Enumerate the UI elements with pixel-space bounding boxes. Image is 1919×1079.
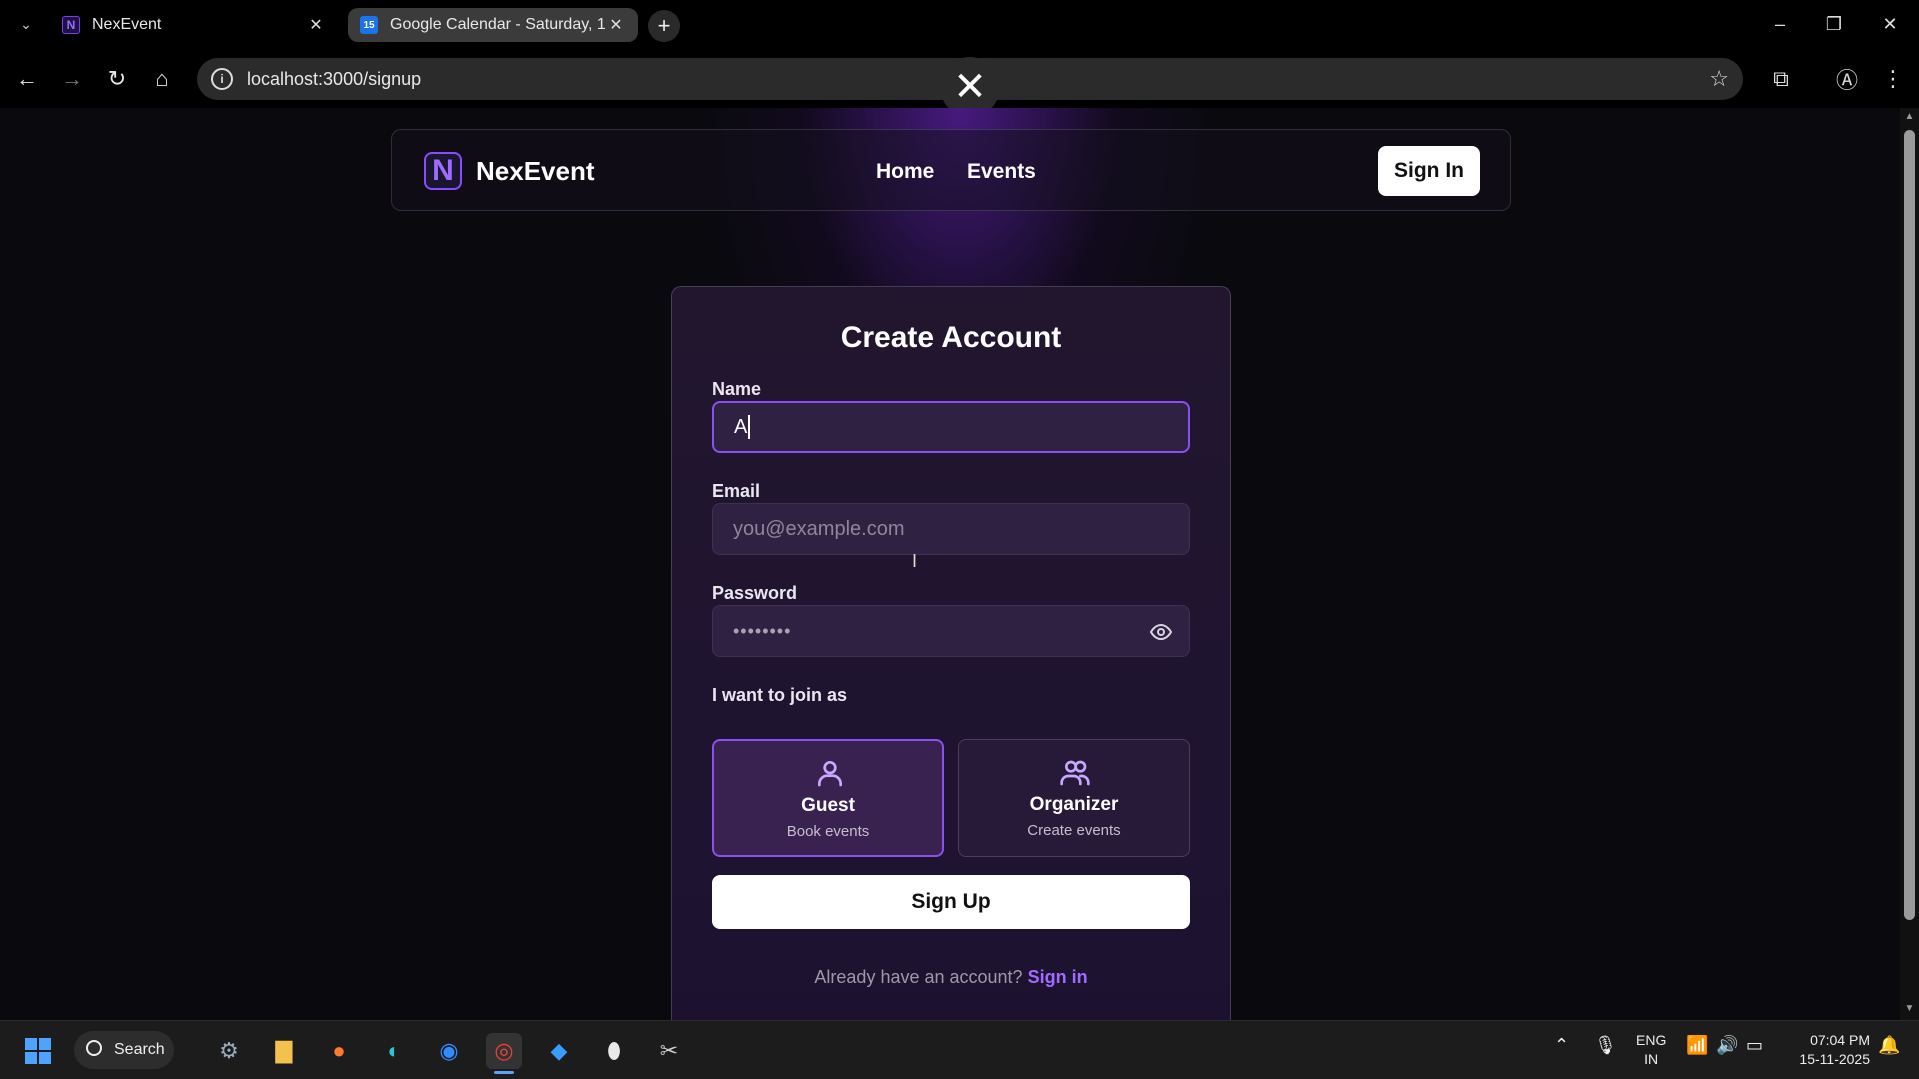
name-input-value: A <box>734 415 748 438</box>
email-placeholder: you@example.com <box>733 517 905 540</box>
sign-in-link[interactable]: Sign in <box>1028 967 1088 987</box>
home-icon[interactable]: ⌂ <box>145 62 179 96</box>
users-icon <box>1060 760 1090 786</box>
file-explorer-icon[interactable]: ▇ <box>266 1033 302 1069</box>
more-menu-icon[interactable]: ⋮ <box>1876 62 1910 96</box>
role-name: Organizer <box>1029 794 1119 815</box>
sign-in-button[interactable]: Sign In <box>1378 146 1480 196</box>
scroll-down-icon[interactable]: ▼ <box>1904 1004 1915 1014</box>
clock-time: 07:04 PM <box>1810 1032 1870 1048</box>
text-cursor-icon: I <box>912 551 918 571</box>
profile-avatar-icon[interactable]: Ⓐ <box>1830 62 1864 96</box>
forward-icon[interactable]: → <box>55 62 89 96</box>
signup-card: Create Account Name A Email you@example.… <box>671 286 1231 1020</box>
brand-name[interactable]: NexEvent <box>476 156 595 187</box>
tab-nexevent[interactable]: N NexEvent ✕ <box>50 8 338 42</box>
app-c-icon[interactable]: ◐ <box>376 1033 412 1069</box>
role-label: I want to join as <box>712 685 848 705</box>
user-icon <box>818 761 842 787</box>
role-option-organizer[interactable]: Organizer Create events <box>958 739 1190 857</box>
email-label: Email <box>712 481 761 501</box>
nexevent-favicon-icon: N <box>62 16 80 34</box>
chrome-icon[interactable]: ◎ <box>486 1033 522 1069</box>
firefox-icon[interactable]: ● <box>321 1033 357 1069</box>
notification-bell-icon[interactable]: 🔔 <box>1878 1035 1900 1056</box>
browser-tab-bar: ⌄ N NexEvent ✕ 15 Google Calendar - Satu… <box>0 0 1919 50</box>
active-app-indicator <box>494 1071 514 1074</box>
scroll-thumb[interactable] <box>1904 130 1915 920</box>
page-viewport: N NexEvent Home Events Sign In Create Ac… <box>0 108 1900 1020</box>
signin-prompt-text: Already have an account? <box>814 967 1023 987</box>
site-info-icon[interactable]: i <box>211 68 233 90</box>
site-navbar: N NexEvent Home Events Sign In <box>391 129 1511 211</box>
input-language[interactable]: ENG IN <box>1636 1031 1666 1069</box>
tab-title: NexEvent <box>92 16 162 33</box>
volume-icon[interactable]: 🔊 <box>1716 1035 1738 1056</box>
search-label: Search <box>114 1041 165 1058</box>
new-tab-button[interactable]: + <box>648 10 680 42</box>
nav-link-events[interactable]: Events <box>967 160 1036 184</box>
edge-icon[interactable]: ◉ <box>431 1033 467 1069</box>
password-input[interactable]: •••••••• <box>712 605 1190 657</box>
lang-region: IN <box>1644 1051 1659 1067</box>
wifi-icon[interactable]: 📶 <box>1686 1035 1708 1056</box>
reload-icon[interactable]: ↻ <box>100 62 134 96</box>
minimize-icon[interactable]: – <box>1760 8 1800 40</box>
system-clock[interactable]: 07:04 PM 15-11-2025 <box>1786 1031 1870 1069</box>
windows-start-icon[interactable] <box>20 1033 56 1069</box>
role-description: Book events <box>786 823 870 840</box>
calendar-favicon-icon: 15 <box>360 16 378 34</box>
clock-date: 15-11-2025 <box>1799 1051 1870 1067</box>
tab-google-calendar[interactable]: 15 Google Calendar - Saturday, 15 ✕ <box>348 8 638 42</box>
eye-icon[interactable] <box>1149 620 1173 644</box>
name-input[interactable]: A <box>712 401 1190 453</box>
snipping-tool-icon[interactable]: ✂ <box>651 1033 687 1069</box>
text-caret <box>748 415 751 439</box>
taskbar-search[interactable]: Search <box>74 1031 174 1069</box>
bookmark-star-icon[interactable]: ☆ <box>1709 66 1729 92</box>
tab-search-chevron-icon[interactable]: ⌄ <box>14 12 38 36</box>
microphone-icon[interactable]: 🎙 <box>1594 1035 1617 1056</box>
sign-up-button[interactable]: Sign Up <box>712 875 1190 929</box>
password-masked-value: •••••••• <box>733 620 792 641</box>
settings-gear-icon[interactable]: ⚙ <box>211 1033 247 1069</box>
nav-link-home[interactable]: Home <box>876 160 934 184</box>
role-name: Guest <box>801 795 855 816</box>
email-input[interactable]: you@example.com <box>712 503 1190 555</box>
show-hidden-icons-chevron-icon[interactable]: ⌃ <box>1554 1035 1569 1056</box>
mongodb-compass-icon[interactable]: ⬮ <box>596 1033 632 1069</box>
close-tab-icon[interactable]: ✕ <box>606 15 626 35</box>
signin-prompt: Already have an account? Sign in <box>672 967 1230 988</box>
lang-code: ENG <box>1636 1032 1667 1048</box>
battery-icon[interactable]: ▭ <box>1746 1035 1763 1056</box>
vscode-icon[interactable]: ◆ <box>541 1033 577 1069</box>
role-description: Create events <box>1027 822 1121 839</box>
close-window-icon[interactable]: ✕ <box>1870 8 1910 40</box>
url-text: localhost:3000/signup <box>247 68 422 89</box>
password-label: Password <box>712 583 798 603</box>
windows-taskbar: Search ⚙ ▇ ● ◐ ◉ ◎ ◆ ⬮ ✂ ⌃ 🎙 ENG IN 📶 🔊 … <box>0 1020 1919 1079</box>
extensions-icon[interactable]: ⧉ <box>1764 62 1798 96</box>
page-title: Create Account <box>840 321 1062 354</box>
nexevent-logo-icon[interactable]: N <box>424 152 462 190</box>
name-label: Name <box>712 379 762 399</box>
search-icon <box>86 1040 102 1056</box>
restore-icon[interactable]: ❐ <box>1814 8 1854 40</box>
page-scrollbar[interactable]: ▲ ▼ <box>1900 108 1919 1020</box>
scroll-up-icon[interactable]: ▲ <box>1904 112 1915 122</box>
back-icon[interactable]: ← <box>10 62 44 96</box>
close-tab-icon[interactable]: ✕ <box>306 15 326 35</box>
tab-title: Google Calendar - Saturday, 15 <box>390 16 606 33</box>
role-option-guest[interactable]: Guest Book events <box>712 739 944 857</box>
